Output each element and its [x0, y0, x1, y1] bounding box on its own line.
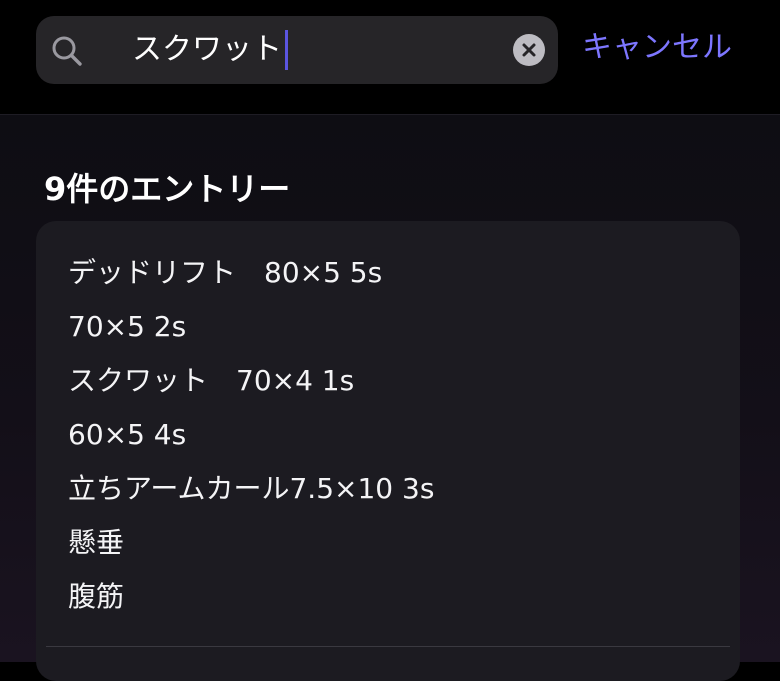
entry-line: 懸垂: [68, 526, 125, 559]
cancel-button[interactable]: キャンセル: [582, 28, 732, 68]
entry-line: 腹筋: [68, 580, 125, 613]
entry-line: 70×5 2s: [68, 310, 187, 343]
entry-line: 60×5 4s: [68, 418, 187, 451]
search-bar: スクワット キャンセル: [0, 0, 780, 115]
entry-line: デッドリフト 80×5 5s: [68, 256, 383, 289]
entry-line: 立ちアームカール7.5×10 3s: [68, 472, 435, 505]
result-count-heading: 9件のエントリー: [44, 170, 291, 208]
entry-line: スクワット 70×4 1s: [68, 364, 355, 397]
text-caret: [285, 30, 288, 70]
card-divider: [46, 646, 730, 647]
search-results: 9件のエントリー デッドリフト 80×5 5s 70×5 2s スクワット 70…: [0, 115, 780, 681]
entry-card[interactable]: デッドリフト 80×5 5s 70×5 2s スクワット 70×4 1s 60×…: [36, 221, 740, 681]
search-input[interactable]: スクワット: [132, 30, 288, 70]
search-icon: [52, 36, 82, 66]
search-field[interactable]: スクワット: [36, 16, 558, 84]
close-icon: [522, 43, 536, 57]
search-query-text: スクワット: [132, 32, 282, 67]
clear-search-button[interactable]: [513, 34, 545, 66]
